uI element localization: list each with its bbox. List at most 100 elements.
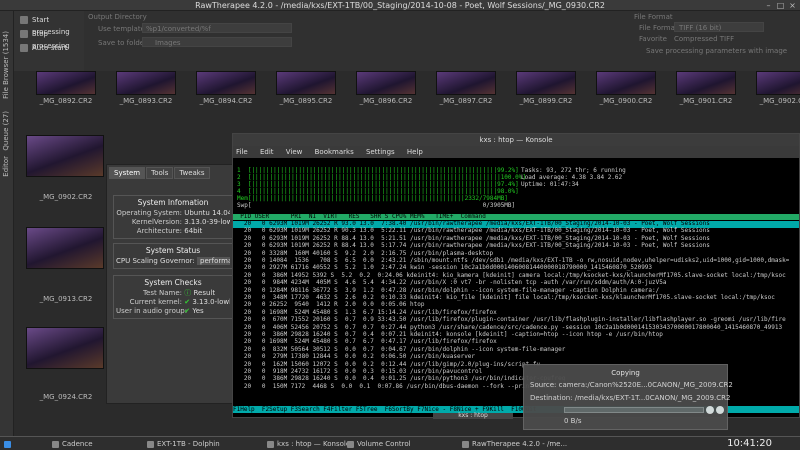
thumbnail-label: _MG_0895.CR2 — [279, 97, 333, 105]
stop-icon — [20, 30, 28, 38]
check-icon: ✔ — [184, 298, 191, 306]
copy-destination: Destination: /media/kxs/EXT-1T...0CANON/… — [530, 394, 731, 402]
thumbnail-label: _MG_0893.CR2 — [119, 97, 173, 105]
pause-icon[interactable] — [706, 406, 714, 414]
template-value: %p1/converted/%f — [146, 25, 211, 33]
autostart-toggle[interactable]: Auto-start — [18, 42, 82, 54]
task-dolphin[interactable]: EXT-1TB - Dolphin — [145, 439, 220, 449]
menu-view[interactable]: View — [286, 148, 303, 156]
tab-file-browser[interactable]: File Browser (1534) — [2, 31, 10, 99]
task-cadence[interactable]: Cadence — [50, 439, 93, 449]
folder-value: Images — [155, 39, 181, 47]
thumbnail-column: _MG_0902.CR2 _MG_0913.CR2 _MG_0924.CR2 — [14, 131, 108, 408]
tab-queue[interactable]: Queue (27) — [2, 111, 10, 151]
thumbnail[interactable] — [116, 71, 176, 95]
task-label: Volume Control — [357, 440, 411, 448]
task-konsole[interactable]: kxs : htop — Konsole — [265, 439, 350, 449]
kde-menu-icon[interactable] — [2, 439, 14, 449]
thumbnail-label: _MG_0902.CR2 — [759, 97, 800, 105]
thumbnail[interactable] — [356, 71, 416, 95]
process-row[interactable]: 20 0 386M 29828 16240 S 0.0 0.4 0:01.25 … — [233, 376, 566, 383]
menu-edit[interactable]: Edit — [260, 148, 274, 156]
file-format-label: File Format — [634, 13, 673, 21]
thumbnail[interactable] — [596, 71, 656, 95]
kernel-key: KernelVersion: — [131, 218, 182, 226]
process-row[interactable]: 20 0 984M 4234M 405M S 4.6 5.4 4:34.22 /… — [233, 280, 667, 287]
favorite-label[interactable]: Favorite — [639, 35, 667, 43]
copy-source: Source: camera:/Canon%2520E...0CANON/_MG… — [530, 381, 733, 389]
thumbnail[interactable] — [516, 71, 576, 95]
task-rawtherapee[interactable]: RawTherapee 4.2.0 - /me... — [460, 439, 567, 449]
checkbox-icon — [20, 44, 28, 52]
menu-bookmarks[interactable]: Bookmarks — [315, 148, 354, 156]
thumbnail[interactable] — [26, 327, 104, 369]
start-processing-button[interactable]: Start processing — [18, 14, 82, 36]
kernel-value: 3.13.0-39-lowlatency — [184, 218, 230, 226]
close-icon[interactable]: × — [788, 1, 797, 10]
task-label: kxs : htop — Konsole — [277, 440, 351, 448]
clock[interactable]: 10:41:20 — [727, 438, 772, 449]
process-row[interactable]: 20 0 150M 7172 4468 S 0.0 0.1 0:07.86 /u… — [233, 383, 555, 391]
process-row[interactable]: 20 0 6293M 1019M 26252 R 88.4 13.0 5:17.… — [233, 243, 710, 250]
menu-settings[interactable]: Settings — [366, 148, 395, 156]
thumbnail-label: _MG_0902.CR2 — [39, 193, 93, 201]
audio-group-value: Yes — [192, 307, 204, 315]
governor-key: CPU Scaling Governor: — [116, 257, 195, 265]
window-titlebar: RawTherapee 4.2.0 - /media/kxs/EXT-1TB/0… — [0, 0, 800, 11]
template-field[interactable]: %p1/converted/%f — [142, 23, 292, 33]
save-params-checkbox[interactable]: Save processing parameters with image — [646, 47, 787, 55]
section-title: System Checks — [144, 278, 202, 287]
file-format-select[interactable]: TIFF (16 bit) — [674, 22, 764, 32]
tab-tweaks[interactable]: Tweaks — [174, 167, 210, 179]
process-row[interactable]: 20 0 2927M 61716 40552 S 5.2 1.0 2:47.24… — [233, 265, 652, 272]
tab-tools[interactable]: Tools — [146, 167, 174, 179]
output-dir-label: Output Directory — [88, 13, 147, 21]
thumbnail-label: _MG_0897.CR2 — [439, 97, 493, 105]
check-icon: ✔ — [184, 307, 191, 315]
folder-field[interactable]: Images — [142, 37, 292, 47]
current-kernel-key: Current kernel: — [129, 298, 182, 306]
os-value: Ubuntu 14.04.1 LTS — [184, 209, 230, 217]
process-row[interactable]: 20 0 670M 71552 20160 S 0.7 0.9 33:43.50… — [233, 317, 786, 324]
thumbnail[interactable] — [26, 227, 104, 269]
stop-processing-button[interactable]: Stop processing — [18, 28, 82, 50]
use-template-radio[interactable]: Use template: — [98, 25, 147, 33]
thumbnail[interactable] — [196, 71, 256, 95]
maximize-icon[interactable]: □ — [776, 1, 785, 10]
test-key: Test Name: — [142, 289, 182, 297]
compressed-checkbox[interactable]: Compressed TIFF — [674, 35, 734, 43]
processing-options: Output Directory Use template: %p1/conve… — [84, 11, 800, 71]
info-icon: ⓘ — [184, 289, 192, 297]
cancel-icon[interactable] — [716, 406, 724, 414]
copy-rate: 0 B/s — [564, 417, 582, 425]
konsole-title: kxs : htop — Konsole — [233, 134, 799, 146]
thumbnail[interactable] — [756, 71, 800, 95]
task-volume[interactable]: Volume Control — [345, 439, 411, 449]
thumbnail[interactable] — [676, 71, 736, 95]
system-status-section: System Status CPU Scaling Governor: perf… — [113, 243, 233, 269]
play-icon — [20, 16, 28, 24]
governor-select[interactable]: performance — [197, 257, 230, 265]
copy-title: Copying — [611, 369, 640, 377]
konsole-menubar: File Edit View Bookmarks Settings Help — [233, 146, 799, 158]
minimize-icon[interactable]: – — [764, 1, 773, 10]
konsole-tab[interactable]: kxs : htop — [433, 413, 513, 419]
system-checks-section: System Checks Test Name: ⓘ Result Curren… — [113, 275, 233, 319]
process-row[interactable]: 20 0 6293M 1019M 26252 R 90.3 13.0 5:22.… — [233, 228, 710, 235]
menu-file[interactable]: File — [236, 148, 248, 156]
thumbnail-label: _MG_0896.CR2 — [359, 97, 413, 105]
process-row[interactable]: 20 0 26252 9540 1412 R 2.0 0.0 0:05.06 h… — [233, 302, 425, 309]
menu-help[interactable]: Help — [407, 148, 423, 156]
thumbnail[interactable] — [276, 71, 336, 95]
process-row[interactable]: 20 0 1698M 524M 45480 S 0.7 6.7 0:47.17 … — [233, 339, 497, 346]
thumbnail[interactable] — [26, 135, 104, 177]
thumbnail-label: _MG_0900.CR2 — [599, 97, 653, 105]
tab-editor[interactable]: Editor — [2, 156, 10, 177]
thumbnail[interactable] — [436, 71, 496, 95]
tab-system[interactable]: System — [109, 167, 146, 179]
thumbnail-label: _MG_0892.CR2 — [39, 97, 93, 105]
system-info-dialog: System Tools Tweaks System Infomation Op… — [106, 164, 236, 404]
thumbnail[interactable] — [36, 71, 96, 95]
process-row[interactable]: 20 0 279M 17380 12844 S 0.0 0.2 0:06.50 … — [233, 354, 475, 361]
section-title: System Infomation — [137, 198, 209, 207]
